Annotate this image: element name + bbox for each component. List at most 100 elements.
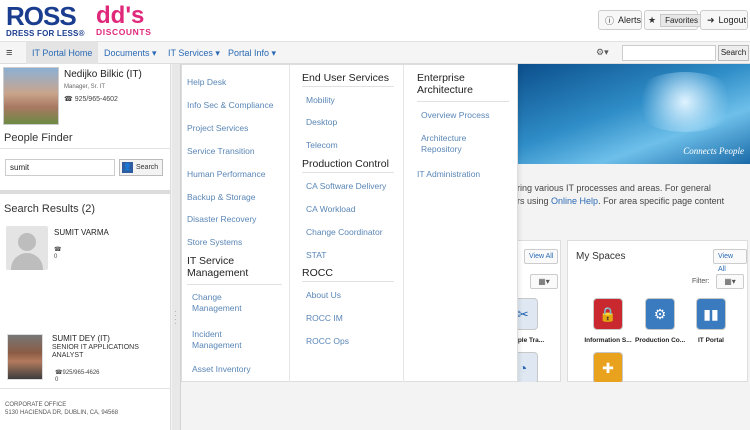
lock-icon[interactable]: 🔒	[593, 298, 623, 330]
heading-line: IT Service	[187, 255, 235, 267]
menu-item-mobility[interactable]: Mobility	[306, 95, 335, 106]
people-finder-title: People Finder	[4, 132, 73, 144]
menu-item-project-services[interactable]: Project Services	[187, 123, 248, 134]
ross-logo-text: ROSS	[6, 1, 77, 31]
menu-item-it-administration[interactable]: IT Administration	[417, 169, 480, 180]
people-finder-search-button[interactable]: 👤 Search	[119, 159, 163, 176]
result-title-line: ANALYST	[52, 352, 84, 359]
item-line: Management	[192, 303, 242, 313]
menu-item-help-desk[interactable]: Help Desk	[187, 77, 226, 88]
result-phone: ☎925/965-4626 0	[55, 370, 100, 384]
grip-icon: · · · ·	[174, 307, 177, 328]
ross-logo-tagline: DRESS FOR LESS®	[6, 29, 85, 38]
top-header: ROSS DRESS FOR LESS® dd's DISCOUNTS ⓘ Al…	[0, 0, 750, 42]
heading-line: Enterprise	[417, 72, 465, 84]
portal-icon[interactable]: ▮▮	[696, 298, 726, 330]
divider	[187, 284, 282, 285]
alerts-button[interactable]: ⓘ Alerts	[598, 10, 642, 30]
online-help-link[interactable]: Online Help	[551, 196, 598, 206]
space-tile-label[interactable]: Information S...	[583, 337, 633, 344]
left-sidebar: Nedijko Bilkic (IT) Manager, Sr. IT ☎ 92…	[0, 64, 171, 430]
favorites-button[interactable]: ★ Favorites	[644, 10, 703, 30]
menu-item-rocc-ops[interactable]: ROCC Ops	[306, 336, 349, 347]
menu-item-overview-process[interactable]: Overview Process	[421, 110, 490, 121]
global-search-button[interactable]: Search	[718, 45, 749, 61]
people-finder-input[interactable]	[5, 159, 115, 176]
menu-item-rocc-im[interactable]: ROCC IM	[306, 313, 343, 324]
menu-item-service-transition[interactable]: Service Transition	[187, 146, 255, 157]
ross-logo[interactable]: ROSS DRESS FOR LESS®	[6, 1, 90, 38]
result-ext-value: 0	[55, 377, 59, 383]
favorites-label: Favorites	[660, 13, 703, 27]
tab-portal-info[interactable]: Portal Info ▾	[222, 42, 282, 64]
settings-gear-icon[interactable]: ⚙▾	[596, 47, 609, 58]
tab-it-portal-home[interactable]: IT Portal Home	[26, 42, 99, 64]
filter-label: Filter:	[692, 278, 710, 285]
divider	[0, 190, 171, 194]
menu-heading-rocc: ROCC	[302, 267, 333, 279]
divider	[302, 172, 394, 173]
menu-item-store-systems[interactable]: Store Systems	[187, 237, 242, 248]
menu-item-ca-workload[interactable]: CA Workload	[306, 204, 355, 215]
result-phone-value: 0	[54, 254, 58, 260]
profile-photo	[3, 67, 59, 125]
menu-item-ca-software-delivery[interactable]: CA Software Delivery	[306, 181, 386, 192]
result-photo	[7, 334, 43, 380]
result-name[interactable]: SUMIT VARMA	[54, 228, 109, 237]
menu-item-human-performance[interactable]: Human Performance	[187, 169, 265, 180]
menu-heading-end-user-services: End User Services	[302, 72, 389, 84]
item-line: Incident	[192, 329, 222, 339]
sidebar-resize-handle[interactable]: · · · ·	[172, 64, 181, 430]
menu-item-disaster-recovery[interactable]: Disaster Recovery	[187, 214, 256, 225]
puzzle-icon[interactable]: ✚	[593, 352, 623, 384]
menu-item-about-us[interactable]: About Us	[306, 290, 341, 301]
result-title-line: SENIOR IT APPLICATIONS	[52, 344, 139, 351]
avatar-body	[11, 253, 43, 270]
corporate-office-label: CORPORATE OFFICE	[5, 402, 67, 408]
menu-item-stat[interactable]: STAT	[306, 250, 326, 261]
logout-icon: ➜	[707, 14, 715, 25]
gear-icon[interactable]: ⚙	[645, 298, 675, 330]
dds-logo[interactable]: dd's DISCOUNTS	[96, 4, 158, 38]
menu-item-architecture-repository[interactable]: Architecture Repository	[421, 133, 466, 155]
menu-item-desktop[interactable]: Desktop	[306, 117, 337, 128]
space-tile-label[interactable]: IT Portal	[686, 337, 736, 344]
view-all-button[interactable]: View All	[713, 249, 747, 273]
intro-text-line: ering various IT processes and areas. Fo…	[512, 183, 711, 193]
divider	[403, 65, 404, 383]
menu-item-asset-inventory[interactable]: Asset Inventory	[192, 364, 251, 375]
tab-documents[interactable]: Documents ▾	[98, 42, 163, 64]
menu-heading-it-service-management: IT Service Management	[187, 255, 248, 279]
nav-bar: ≡ IT Portal Home Documents ▾ IT Services…	[0, 42, 750, 64]
hero-glow	[630, 72, 740, 132]
menu-item-change-coordinator[interactable]: Change Coordinator	[306, 227, 383, 238]
dds-logo-text: dd's	[96, 2, 145, 29]
menu-item-backup-storage[interactable]: Backup & Storage	[187, 192, 256, 203]
item-line: Change	[192, 292, 222, 302]
dds-logo-tagline: DISCOUNTS	[96, 27, 152, 37]
result-name[interactable]: SUMIT DEY (IT)	[52, 334, 110, 343]
logout-button[interactable]: ➜ Logout	[700, 10, 748, 30]
avatar-head	[18, 233, 36, 251]
heading-line: Management	[187, 267, 249, 279]
view-toggle-button[interactable]: ▦▾	[716, 274, 744, 289]
menu-item-telecom[interactable]: Telecom	[306, 140, 338, 151]
menu-item-info-sec[interactable]: Info Sec & Compliance	[187, 100, 273, 111]
global-search-input[interactable]	[622, 45, 716, 61]
tab-it-services[interactable]: IT Services ▾	[162, 42, 226, 64]
space-tile-label[interactable]: Production Co...	[635, 337, 685, 344]
page: ROSS DRESS FOR LESS® dd's DISCOUNTS ⓘ Al…	[0, 0, 750, 430]
intro-text-post: . For area specific page content	[598, 196, 725, 206]
divider	[0, 148, 171, 149]
divider	[302, 281, 394, 282]
hamburger-menu-icon[interactable]: ≡	[6, 47, 12, 59]
avatar-placeholder	[6, 226, 48, 270]
divider	[0, 388, 171, 389]
menu-item-incident-management[interactable]: Incident Management	[192, 329, 242, 351]
search-results-title: Search Results (2)	[4, 203, 96, 215]
menu-item-change-management[interactable]: Change Management	[192, 292, 242, 314]
view-toggle-button[interactable]: ▦▾	[530, 274, 558, 289]
view-all-button[interactable]: View All	[524, 249, 559, 264]
info-icon: ⓘ	[605, 15, 615, 26]
user-icon: 👤	[122, 162, 133, 173]
